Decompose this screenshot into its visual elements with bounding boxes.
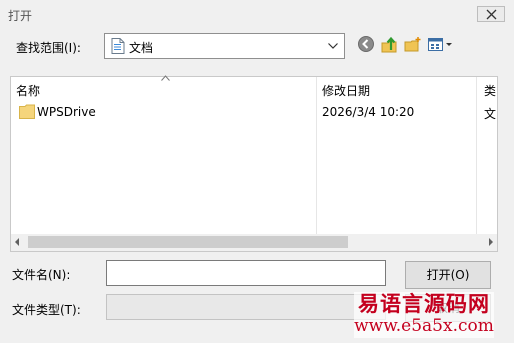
column-header-type[interactable]: 类	[477, 77, 497, 101]
document-folder-icon	[111, 38, 125, 54]
look-in-dropdown[interactable]: 文档	[104, 33, 345, 59]
new-folder-button[interactable]	[403, 35, 423, 55]
file-list[interactable]: 名称 修改日期 类 WPSDrive 2026/3/4 10:20 文	[10, 75, 498, 252]
close-icon	[486, 9, 497, 20]
view-menu-button[interactable]	[427, 35, 455, 55]
scrollbar-thumb[interactable]	[28, 236, 348, 248]
file-name-input[interactable]	[106, 260, 386, 286]
file-type-dropdown[interactable]	[106, 294, 386, 320]
close-button[interactable]	[477, 6, 505, 22]
open-button[interactable]: 打开(O)	[405, 261, 491, 289]
file-type: 文	[484, 107, 497, 121]
folder-icon	[19, 104, 35, 119]
back-icon	[358, 36, 374, 52]
chevron-down-icon	[328, 43, 338, 49]
scroll-right-icon[interactable]	[488, 238, 494, 246]
list-item-wpsdrive[interactable]: WPSDrive 2026/3/4 10:20 文	[11, 101, 497, 123]
title-bar: 打开	[0, 0, 514, 30]
up-folder-button[interactable]	[380, 35, 400, 55]
sort-ascending-icon	[161, 75, 170, 81]
up-folder-icon	[381, 36, 397, 53]
back-button[interactable]	[357, 35, 377, 55]
column-header-name[interactable]: 名称	[11, 75, 317, 101]
file-name-label: 文件名(N):	[12, 268, 71, 282]
view-menu-icon	[428, 38, 452, 51]
column-header-date[interactable]: 修改日期	[317, 77, 477, 101]
look-in-value: 文档	[129, 41, 154, 55]
watermark: 易语言源码网 www.e5a5x.com	[354, 292, 494, 338]
watermark-line2: www.e5a5x.com	[354, 316, 494, 336]
file-name: WPSDrive	[37, 105, 96, 119]
scroll-left-icon[interactable]	[14, 238, 20, 246]
new-folder-icon	[404, 37, 421, 52]
look-in-label: 查找范围(I):	[16, 41, 81, 55]
horizontal-scrollbar[interactable]	[11, 234, 497, 251]
watermark-line1: 易语言源码网	[358, 291, 490, 316]
file-type-label: 文件类型(T):	[12, 303, 81, 317]
window-title: 打开	[8, 9, 33, 23]
file-date: 2026/3/4 10:20	[322, 105, 415, 119]
